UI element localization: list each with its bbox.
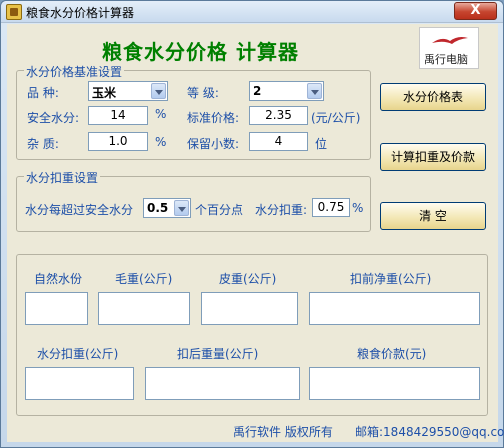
std-price-input[interactable]: 2.35 [249, 106, 308, 125]
logo: 禹行电脑 [419, 27, 479, 69]
base-settings-title: 水分价格基准设置 [24, 63, 125, 80]
variety-label: 品 种: [27, 86, 59, 100]
deduct-input[interactable]: 0.75 [312, 198, 350, 217]
variety-value: 玉米 [92, 86, 117, 100]
natural-moisture-label: 自然水份 [34, 272, 83, 286]
logo-bird-icon [432, 37, 468, 44]
safe-moisture-unit: % [155, 107, 167, 121]
weight-after-field[interactable] [145, 367, 300, 400]
moisture-deduct-label: 水分扣重(公斤) [37, 347, 119, 361]
safe-moisture-input[interactable]: 14 [88, 106, 148, 125]
chevron-down-icon[interactable] [151, 83, 166, 99]
grade-label: 等 级: [187, 86, 219, 100]
std-price-unit: (元/公斤) [311, 111, 361, 125]
decimals-label: 保留小数: [187, 137, 240, 151]
chevron-down-icon[interactable] [174, 200, 189, 216]
price-table-button[interactable]: 水分价格表 [380, 83, 486, 111]
clear-button[interactable]: 清 空 [380, 202, 486, 230]
grain-price-label: 粮食价款(元) [357, 347, 427, 361]
std-price-label: 标准价格: [187, 111, 240, 125]
decimals-unit: 位 [315, 137, 328, 151]
net-before-field[interactable] [309, 292, 480, 325]
exceed-select[interactable]: 0.5 [143, 198, 191, 218]
app-window: 粮食水分价格计算器 X 粮食水分价格 计算器 禹行电脑 水分价格基准设置 品 种… [0, 0, 504, 448]
footer-company: 禹行软件 版权所有 [233, 425, 333, 439]
decimals-input[interactable]: 4 [249, 132, 308, 151]
page-title: 粮食水分价格 计算器 [102, 40, 299, 64]
impurity-input[interactable]: 1.0 [88, 132, 148, 151]
grain-price-field[interactable] [309, 367, 480, 400]
impurity-unit: % [155, 135, 167, 149]
window-title: 粮食水分价格计算器 [26, 6, 135, 20]
grade-value: 2 [253, 84, 262, 98]
logo-text: 禹行电脑 [424, 53, 468, 66]
safe-moisture-label: 安全水分: [27, 111, 80, 125]
footer-email: 邮箱:1848429550@qq.com [355, 425, 504, 439]
deduct-label: 水分扣重: [255, 203, 308, 217]
exceed-unit: 个百分点 [195, 203, 244, 217]
exceed-label: 水分每超过安全水分 [25, 203, 134, 217]
title-bar: 粮食水分价格计算器 X [1, 1, 503, 23]
moisture-deduct-field[interactable] [25, 367, 134, 400]
net-before-label: 扣前净重(公斤) [350, 272, 432, 286]
deduct-unit: % [352, 201, 364, 215]
gross-weight-label: 毛重(公斤) [115, 272, 173, 286]
impurity-label: 杂 质: [27, 137, 59, 151]
app-icon [6, 4, 22, 20]
tare-weight-label: 皮重(公斤) [219, 272, 277, 286]
calculate-button[interactable]: 计算扣重及价款 [380, 143, 486, 171]
gross-weight-field[interactable] [98, 292, 190, 325]
close-button[interactable]: X [454, 2, 497, 20]
grade-select[interactable]: 2 [249, 81, 324, 101]
chevron-down-icon[interactable] [307, 83, 322, 99]
exceed-value: 0.5 [147, 201, 169, 215]
tare-weight-field[interactable] [201, 292, 298, 325]
weight-after-label: 扣后重量(公斤) [177, 347, 259, 361]
client-area: 粮食水分价格 计算器 禹行电脑 水分价格基准设置 品 种: 玉米 等 级: 2 … [7, 24, 504, 442]
variety-select[interactable]: 玉米 [88, 81, 168, 101]
natural-moisture-field[interactable] [25, 292, 88, 325]
deduct-settings-title: 水分扣重设置 [24, 169, 101, 186]
